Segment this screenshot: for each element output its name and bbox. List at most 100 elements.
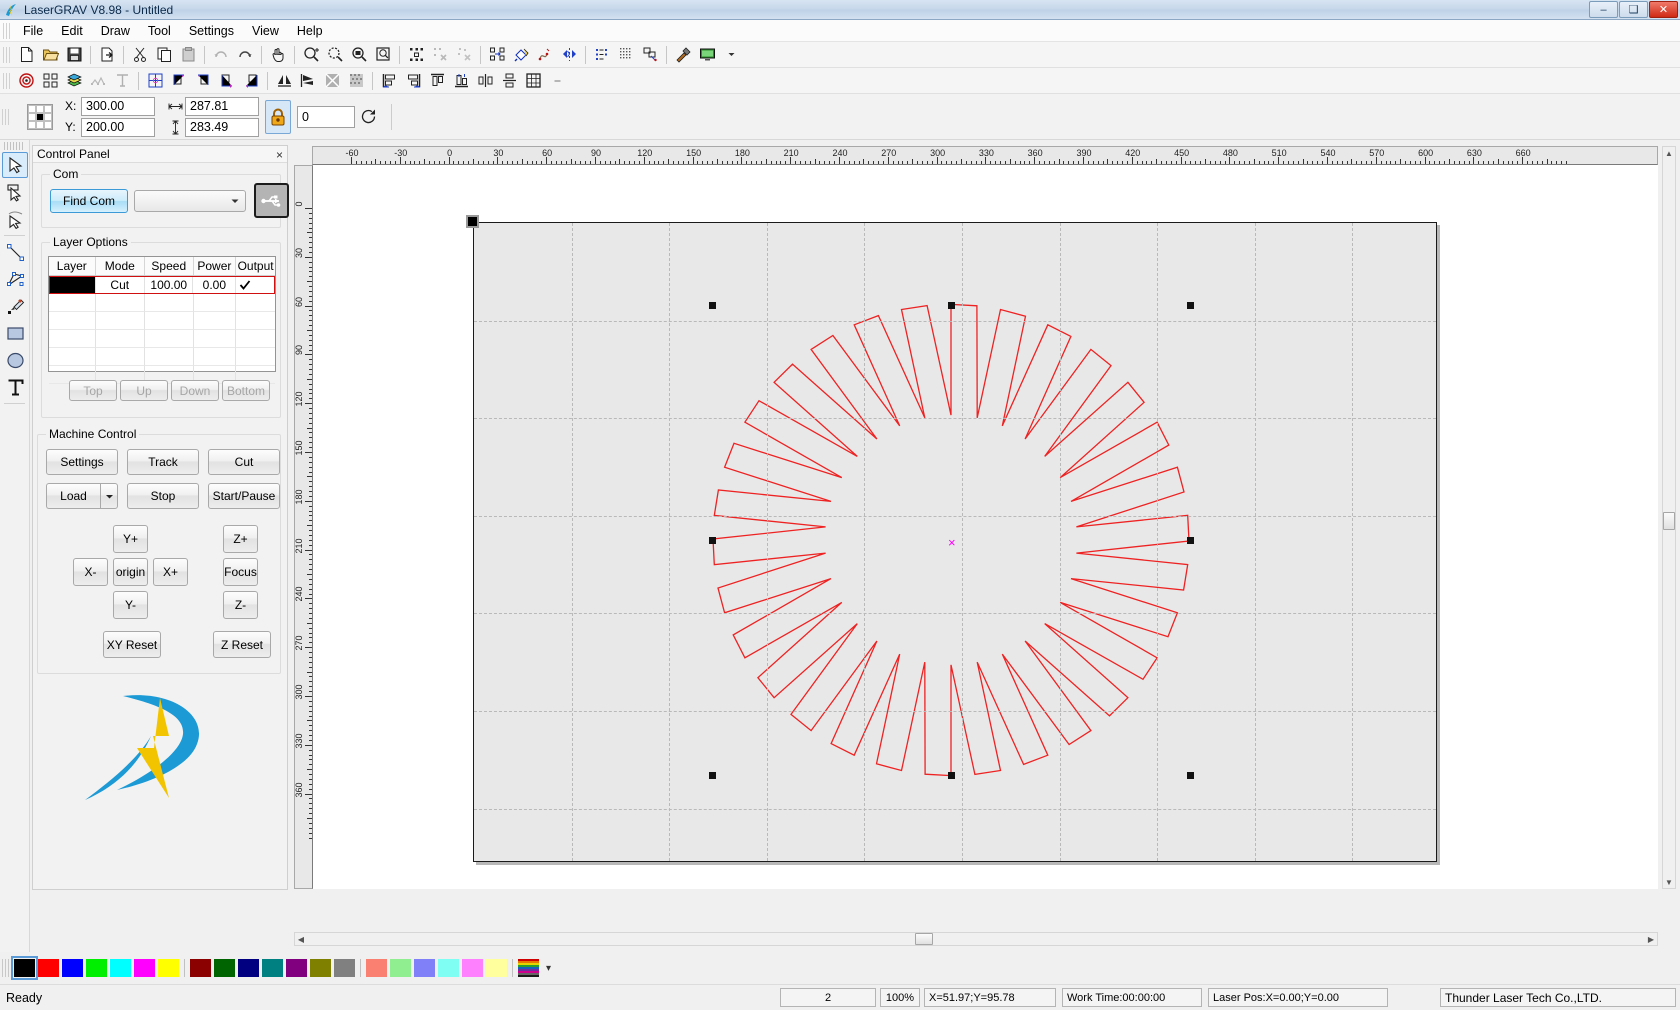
selection-handle[interactable] bbox=[1187, 302, 1194, 309]
anchor-cell[interactable] bbox=[28, 104, 36, 113]
menu-help[interactable]: Help bbox=[288, 22, 332, 40]
height-input[interactable] bbox=[185, 117, 259, 137]
palette-swatch[interactable] bbox=[62, 959, 83, 977]
palette-more-chevron-icon[interactable]: ▾ bbox=[546, 963, 551, 974]
align-right-icon[interactable] bbox=[402, 70, 424, 92]
palette-swatch[interactable] bbox=[110, 959, 131, 977]
text-tool-icon[interactable] bbox=[111, 70, 133, 92]
menubar-grip[interactable] bbox=[3, 22, 11, 39]
scroll-down-arrow[interactable]: ▼ bbox=[1663, 876, 1675, 888]
table-row[interactable] bbox=[49, 312, 275, 330]
gradient-palette-swatch[interactable] bbox=[518, 959, 539, 977]
rotate-icon[interactable] bbox=[355, 107, 381, 126]
table-row[interactable] bbox=[49, 294, 275, 312]
export-icon[interactable] bbox=[96, 44, 118, 66]
fill-icon[interactable] bbox=[510, 44, 532, 66]
palette-swatch[interactable] bbox=[11, 956, 38, 980]
save-file-icon[interactable] bbox=[63, 44, 85, 66]
horizontal-scrollbar[interactable]: ◀ ▶ bbox=[294, 932, 1658, 946]
palette-swatch[interactable] bbox=[366, 959, 387, 977]
align-grid-icon[interactable] bbox=[522, 70, 544, 92]
y-input[interactable] bbox=[81, 117, 155, 137]
delete-node-icon[interactable] bbox=[429, 44, 451, 66]
zoom-selection-icon[interactable] bbox=[324, 44, 346, 66]
jog-focus-button[interactable]: Focus bbox=[223, 558, 258, 586]
tool-strip-grip[interactable] bbox=[4, 142, 25, 150]
minimize-button[interactable]: – bbox=[1589, 1, 1618, 18]
starburst-vector-shape[interactable] bbox=[474, 223, 1438, 863]
table-row[interactable] bbox=[49, 348, 275, 366]
pen-draw-tool[interactable] bbox=[2, 293, 28, 319]
monitor-preview-icon[interactable] bbox=[696, 44, 718, 66]
scroll-right-arrow[interactable]: ▶ bbox=[1645, 933, 1657, 945]
select-arrow-tool[interactable] bbox=[2, 152, 28, 178]
palette-swatch[interactable] bbox=[462, 959, 483, 977]
lock-aspect-icon[interactable] bbox=[265, 99, 291, 134]
menu-file[interactable]: File bbox=[14, 22, 52, 40]
machine-settings-button[interactable]: Settings bbox=[46, 449, 118, 475]
text-tool[interactable] bbox=[2, 374, 28, 400]
machine-stop-button[interactable]: Stop bbox=[127, 483, 199, 509]
list-view-icon[interactable] bbox=[591, 44, 613, 66]
layer-power-value[interactable]: 0.00 bbox=[193, 276, 237, 294]
target-origin-icon[interactable] bbox=[15, 70, 37, 92]
jog-y-plus-button[interactable]: Y+ bbox=[113, 525, 148, 553]
machine-cut-button[interactable]: Cut bbox=[208, 449, 280, 475]
palette-swatch[interactable] bbox=[334, 959, 355, 977]
menu-tool[interactable]: Tool bbox=[139, 22, 180, 40]
toolbar-grip[interactable] bbox=[3, 46, 11, 63]
align-bottom-left-icon[interactable] bbox=[216, 70, 238, 92]
align-top-left-icon[interactable] bbox=[168, 70, 190, 92]
table-row[interactable]: Cut 100.00 0.00 bbox=[49, 276, 276, 294]
scroll-up-arrow[interactable]: ▲ bbox=[1663, 147, 1675, 159]
cut-icon[interactable] bbox=[129, 44, 151, 66]
machine-load-button[interactable]: Load bbox=[46, 483, 100, 509]
undo-icon[interactable] bbox=[210, 44, 232, 66]
palette-swatch[interactable] bbox=[438, 959, 459, 977]
close-button[interactable]: ✕ bbox=[1649, 1, 1678, 18]
selection-handle[interactable] bbox=[709, 537, 716, 544]
redo-icon[interactable] bbox=[234, 44, 256, 66]
line-tool[interactable] bbox=[2, 239, 28, 265]
vertical-scroll-thumb[interactable] bbox=[1663, 512, 1675, 530]
sort-path-icon[interactable] bbox=[87, 70, 109, 92]
more-chevron-icon[interactable] bbox=[546, 70, 568, 92]
node-edit-tool[interactable] bbox=[2, 206, 28, 232]
anchor-cell-center[interactable] bbox=[36, 112, 44, 121]
mirror-vertical-icon[interactable] bbox=[297, 70, 319, 92]
dot-matrix-icon[interactable] bbox=[615, 44, 637, 66]
selection-handle[interactable] bbox=[948, 772, 955, 779]
xy-reset-button[interactable]: XY Reset bbox=[103, 631, 161, 658]
machine-load-dropdown[interactable] bbox=[100, 483, 118, 509]
copy-icon[interactable] bbox=[153, 44, 175, 66]
align-top-right-icon[interactable] bbox=[192, 70, 214, 92]
grid-snap-icon[interactable] bbox=[144, 70, 166, 92]
dither-icon[interactable] bbox=[345, 70, 367, 92]
jog-origin-button[interactable]: origin bbox=[113, 558, 148, 586]
jog-x-minus-button[interactable]: X- bbox=[73, 558, 108, 586]
open-file-icon[interactable] bbox=[39, 44, 61, 66]
selection-handle[interactable] bbox=[948, 302, 955, 309]
menu-draw[interactable]: Draw bbox=[92, 22, 139, 40]
posbar-grip[interactable] bbox=[2, 108, 10, 125]
jog-z-plus-button[interactable]: Z+ bbox=[223, 525, 258, 553]
anchor-cell[interactable] bbox=[44, 120, 52, 129]
com-port-select[interactable] bbox=[134, 190, 246, 212]
palette-swatch[interactable] bbox=[190, 959, 211, 977]
jog-x-plus-button[interactable]: X+ bbox=[153, 558, 188, 586]
jog-z-minus-button[interactable]: Z- bbox=[223, 591, 258, 619]
vertical-ruler[interactable]: 0 30 60 90 120 150 180 210 240 270 300 330 360 bbox=[294, 165, 313, 889]
anchor-cell[interactable] bbox=[28, 120, 36, 129]
menu-view[interactable]: View bbox=[243, 22, 288, 40]
palette-swatch[interactable] bbox=[310, 959, 331, 977]
toolbar-grip[interactable] bbox=[3, 72, 11, 89]
x-input[interactable] bbox=[81, 96, 155, 116]
layer-top-button[interactable]: Top bbox=[69, 380, 117, 401]
zoom-inout-icon[interactable] bbox=[300, 44, 322, 66]
maximize-button[interactable]: ❑ bbox=[1619, 1, 1648, 18]
palette-swatch[interactable] bbox=[262, 959, 283, 977]
layer-up-button[interactable]: Up bbox=[120, 380, 168, 401]
anchor-cell[interactable] bbox=[44, 104, 52, 113]
anchor-cell[interactable] bbox=[36, 104, 44, 113]
selection-handle[interactable] bbox=[1187, 537, 1194, 544]
